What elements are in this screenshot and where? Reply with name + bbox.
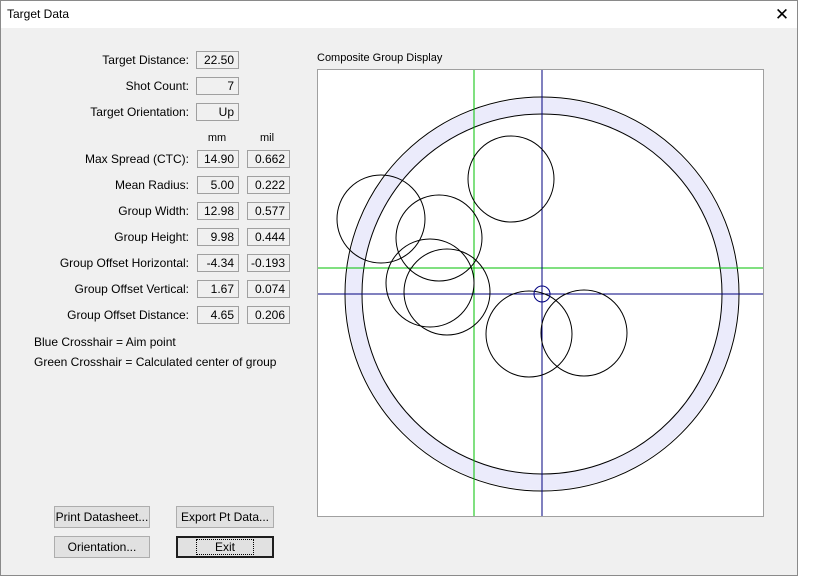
window-title: Target Data xyxy=(7,7,70,21)
stat-mil-field: 0.222 xyxy=(247,176,290,194)
shot-count-label: Shot Count: xyxy=(125,79,189,93)
group-plot xyxy=(318,70,763,516)
stat-mm-field: 1.67 xyxy=(197,280,239,298)
shot-hole xyxy=(540,289,628,377)
stat-label: Max Spread (CTC): xyxy=(84,152,189,166)
orientation-button[interactable]: Orientation... xyxy=(54,536,150,558)
stat-label: Mean Radius: xyxy=(114,178,189,192)
shot-hole xyxy=(485,290,573,378)
stat-mil-field: 0.577 xyxy=(247,202,290,220)
stat-mm-field: 9.98 xyxy=(197,228,239,246)
close-button[interactable]: ✕ xyxy=(767,1,797,28)
stat-mm-field: 14.90 xyxy=(197,150,239,168)
shot-hole xyxy=(403,248,491,336)
export-pt-data-button[interactable]: Export Pt Data... xyxy=(176,506,274,528)
close-icon: ✕ xyxy=(774,4,790,24)
stat-mil-field: 0.662 xyxy=(247,150,290,168)
stat-label: Group Offset Distance: xyxy=(67,308,189,322)
stat-mm-field: -4.34 xyxy=(197,254,239,272)
stat-mil-field: -0.193 xyxy=(247,254,290,272)
target-data-window: Target Data ✕ Target Distance: 22.50 Sho… xyxy=(0,0,798,576)
stat-label: Group Offset Horizontal: xyxy=(59,256,189,270)
shot-hole xyxy=(467,135,555,223)
target-distance-label: Target Distance: xyxy=(102,53,189,67)
exit-button-label: Exit xyxy=(195,539,255,555)
stat-label: Group Width: xyxy=(118,204,189,218)
title-bar: Target Data ✕ xyxy=(1,1,797,28)
stat-mil-field: 0.206 xyxy=(247,306,290,324)
shot-holes xyxy=(336,135,628,378)
exit-button[interactable]: Exit xyxy=(176,536,274,558)
mm-column-header: mm xyxy=(207,132,227,144)
stat-mm-field: 12.98 xyxy=(197,202,239,220)
stat-mil-field: 0.074 xyxy=(247,280,290,298)
composite-group-display-label: Composite Group Display xyxy=(317,52,443,64)
print-datasheet-button[interactable]: Print Datasheet... xyxy=(54,506,150,528)
target-orientation-field: Up xyxy=(196,103,239,121)
stat-mm-field: 5.00 xyxy=(197,176,239,194)
stat-label: Group Offset Vertical: xyxy=(74,282,190,296)
target-orientation-label: Target Orientation: xyxy=(90,105,189,119)
mil-column-header: mil xyxy=(259,132,275,144)
shot-count-field: 7 xyxy=(196,77,239,95)
green-crosshair-legend: Green Crosshair = Calculated center of g… xyxy=(34,355,277,369)
blue-crosshair-legend: Blue Crosshair = Aim point xyxy=(34,335,176,349)
composite-group-display xyxy=(317,69,764,517)
stat-label: Group Height: xyxy=(114,230,189,244)
stat-mil-field: 0.444 xyxy=(247,228,290,246)
target-distance-field: 22.50 xyxy=(196,51,239,69)
stat-mm-field: 4.65 xyxy=(197,306,239,324)
